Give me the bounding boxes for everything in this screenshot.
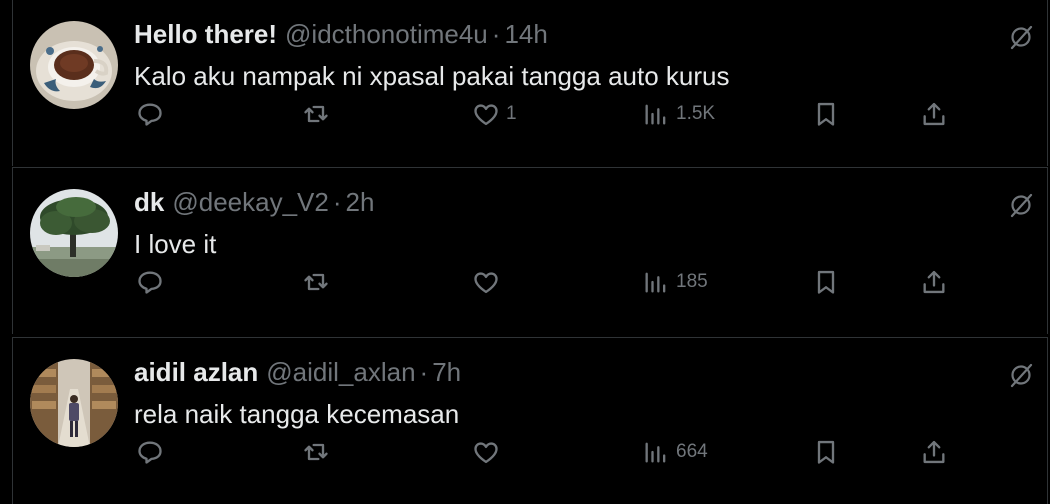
like-button[interactable] <box>472 436 506 468</box>
heart-icon <box>472 268 500 296</box>
share-button[interactable] <box>920 436 948 468</box>
retweet-button[interactable] <box>302 266 336 298</box>
reply-icon <box>136 100 164 128</box>
warehouse-avatar-image <box>30 359 118 447</box>
timestamp[interactable]: 2h <box>346 187 375 217</box>
tweet[interactable]: Hello there! @idcthonotime4u · 14h Kalo aku… <box>12 0 1048 166</box>
reply-feed: Hello there! @idcthonotime4u · 14h Kalo aku… <box>0 0 1050 504</box>
share-button[interactable] <box>920 98 948 130</box>
heart-icon <box>472 100 500 128</box>
like-count: 1 <box>506 103 517 124</box>
views-chart-icon <box>642 438 670 466</box>
meta-separator: · <box>419 357 429 387</box>
tweet-actions: 185 <box>134 266 954 298</box>
view-count: 664 <box>676 441 708 462</box>
display-name[interactable]: Hello there! <box>134 19 277 49</box>
meta-separator: · <box>491 19 501 49</box>
display-name[interactable]: aidil azlan <box>134 357 258 387</box>
views-chart-icon <box>642 268 670 296</box>
tree-avatar-image <box>30 189 118 277</box>
share-icon <box>920 268 948 296</box>
avatar[interactable] <box>30 189 118 277</box>
meta-separator: · <box>332 187 342 217</box>
avatar[interactable] <box>30 21 118 109</box>
share-icon <box>920 100 948 128</box>
tweet-actions: 664 <box>134 436 954 468</box>
bookmark-icon <box>812 438 840 466</box>
retweet-button[interactable] <box>302 98 336 130</box>
tweet-header: aidil azlan @aidil_axlan · 7h <box>134 354 461 390</box>
tweet-text: I love it <box>134 229 217 259</box>
tweet-header: dk @deekay_V2 · 2h <box>134 184 374 220</box>
reply-icon <box>136 438 164 466</box>
like-button[interactable]: 1 <box>472 98 517 130</box>
user-handle[interactable]: @deekay_V2 <box>172 187 329 217</box>
tweet-header: Hello there! @idcthonotime4u · 14h <box>134 16 548 52</box>
views-button[interactable]: 185 <box>642 266 708 298</box>
teacup-avatar-image <box>30 21 118 109</box>
retweet-button[interactable] <box>302 436 336 468</box>
grok-slash-icon[interactable] <box>1008 362 1034 388</box>
tweet-actions: 1 1.5K <box>134 98 954 130</box>
tweet[interactable]: dk @deekay_V2 · 2h I love it 185 <box>12 168 1048 334</box>
tweet-text: rela naik tangga kecemasan <box>134 399 460 429</box>
reply-button[interactable] <box>136 98 170 130</box>
user-handle[interactable]: @aidil_axlan <box>266 357 415 387</box>
retweet-icon <box>302 268 330 296</box>
grok-slash-icon[interactable] <box>1008 192 1034 218</box>
share-icon <box>920 438 948 466</box>
timestamp[interactable]: 7h <box>432 357 461 387</box>
views-chart-icon <box>642 100 670 128</box>
grok-slash-icon[interactable] <box>1008 24 1034 50</box>
tweet[interactable]: aidil azlan @aidil_axlan · 7h rela naik tan… <box>12 338 1048 504</box>
tweet-text: Kalo aku nampak ni xpasal pakai tangga a… <box>134 61 730 91</box>
timestamp[interactable]: 14h <box>504 19 547 49</box>
user-handle[interactable]: @idcthonotime4u <box>285 19 488 49</box>
display-name[interactable]: dk <box>134 187 164 217</box>
reply-button[interactable] <box>136 266 170 298</box>
reply-button[interactable] <box>136 436 170 468</box>
retweet-icon <box>302 100 330 128</box>
bookmark-button[interactable] <box>812 98 840 130</box>
reply-icon <box>136 268 164 296</box>
bookmark-button[interactable] <box>812 266 840 298</box>
view-count: 185 <box>676 271 708 292</box>
view-count: 1.5K <box>676 103 716 124</box>
like-button[interactable] <box>472 266 506 298</box>
heart-icon <box>472 438 500 466</box>
bookmark-icon <box>812 100 840 128</box>
views-button[interactable]: 664 <box>642 436 708 468</box>
bookmark-button[interactable] <box>812 436 840 468</box>
bookmark-icon <box>812 268 840 296</box>
retweet-icon <box>302 438 330 466</box>
share-button[interactable] <box>920 266 948 298</box>
avatar[interactable] <box>30 359 118 447</box>
views-button[interactable]: 1.5K <box>642 98 715 130</box>
